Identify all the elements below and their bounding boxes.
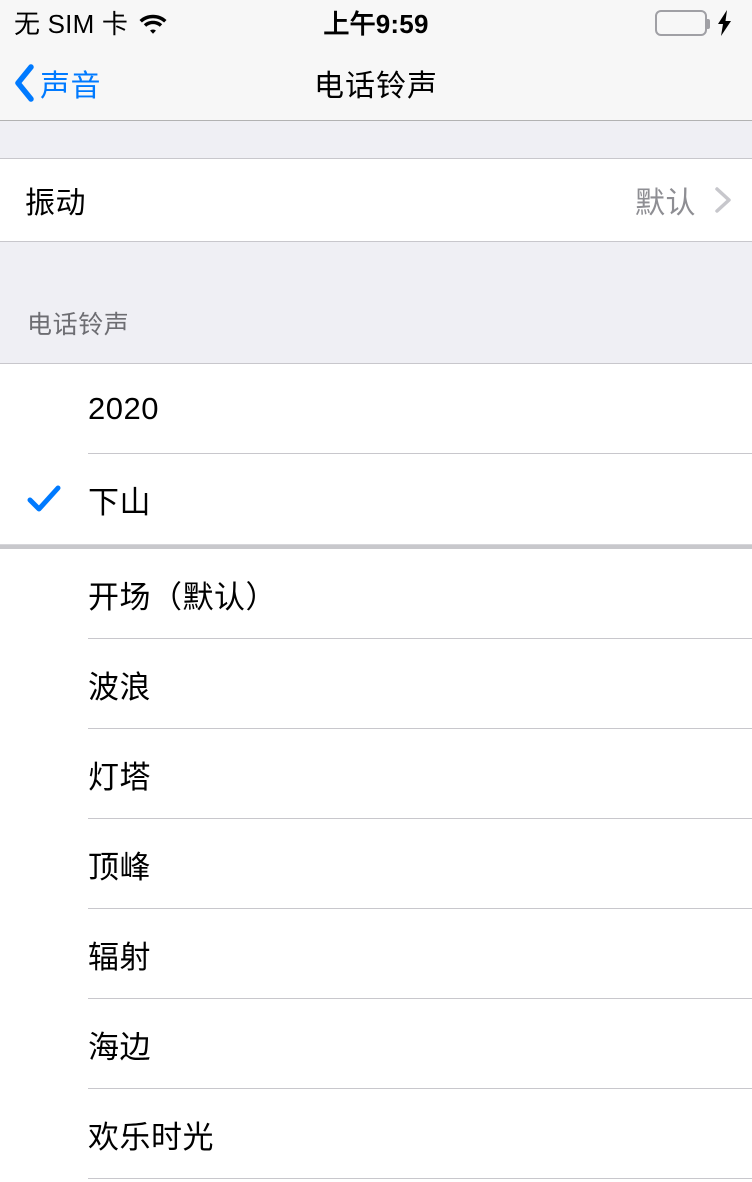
chevron-right-icon	[714, 185, 732, 215]
status-bar: 无 SIM 卡 上午9:59	[0, 0, 752, 45]
ringtone-label: 波浪	[88, 669, 151, 705]
ringtone-section-header: 电话铃声	[0, 242, 752, 364]
battery-icon	[655, 9, 710, 36]
settings-content: 振动 默认 电话铃声 2020 下山 开场（默认） 波浪 灯塔 顶峰 辐射 海边…	[0, 121, 752, 1179]
vibration-row[interactable]: 振动 默认	[0, 159, 752, 241]
list-item[interactable]: 顶峰	[0, 819, 752, 909]
lightning-bolt-icon	[716, 9, 734, 36]
ringtone-label: 开场（默认）	[88, 579, 277, 615]
carrier-label: 无 SIM 卡	[14, 9, 129, 39]
section-spacer-top	[0, 121, 752, 158]
list-item[interactable]: 海边	[0, 999, 752, 1089]
check-slot	[0, 485, 88, 513]
status-bar-right	[655, 9, 734, 36]
chevron-left-icon	[14, 63, 36, 103]
list-item[interactable]: 辐射	[0, 909, 752, 999]
back-button-label: 声音	[40, 69, 101, 103]
ringtone-label: 欢乐时光	[88, 1119, 214, 1155]
status-bar-left: 无 SIM 卡	[14, 4, 168, 41]
vibration-label: 振动	[25, 187, 86, 220]
ios-settings-screen: 无 SIM 卡 上午9:59 声音 电话铃声 振动 默认 电话铃声 2020 下…	[0, 0, 752, 1182]
vibration-value: 默认	[635, 187, 696, 220]
vibration-group: 振动 默认	[0, 158, 752, 242]
list-item[interactable]: 下山	[0, 454, 752, 544]
ringtone-label: 辐射	[88, 939, 151, 975]
back-button[interactable]: 声音	[0, 61, 101, 105]
list-item[interactable]: 灯塔	[0, 729, 752, 819]
row-separator	[88, 1178, 752, 1179]
ringtone-label: 2020	[88, 391, 159, 426]
list-item[interactable]: 2020	[0, 364, 752, 454]
ringtone-label: 灯塔	[88, 759, 151, 795]
page-title: 电话铃声	[314, 69, 438, 103]
list-item[interactable]: 开场（默认）	[0, 549, 752, 639]
battery-cap	[706, 18, 710, 29]
ringtone-section-header-label: 电话铃声	[27, 311, 130, 339]
ringtone-label: 下山	[88, 484, 151, 520]
list-item[interactable]: 波浪	[0, 639, 752, 729]
list-item[interactable]: 欢乐时光	[0, 1089, 752, 1179]
ringtone-label: 海边	[88, 1029, 151, 1065]
navigation-bar: 声音 电话铃声	[0, 45, 752, 121]
checkmark-icon	[27, 485, 61, 513]
ringtone-list: 2020 下山 开场（默认） 波浪 灯塔 顶峰 辐射 海边 欢乐时光	[0, 364, 752, 1179]
status-time: 上午9:59	[323, 9, 429, 39]
ringtone-label: 顶峰	[88, 849, 151, 885]
wifi-icon	[138, 13, 168, 35]
